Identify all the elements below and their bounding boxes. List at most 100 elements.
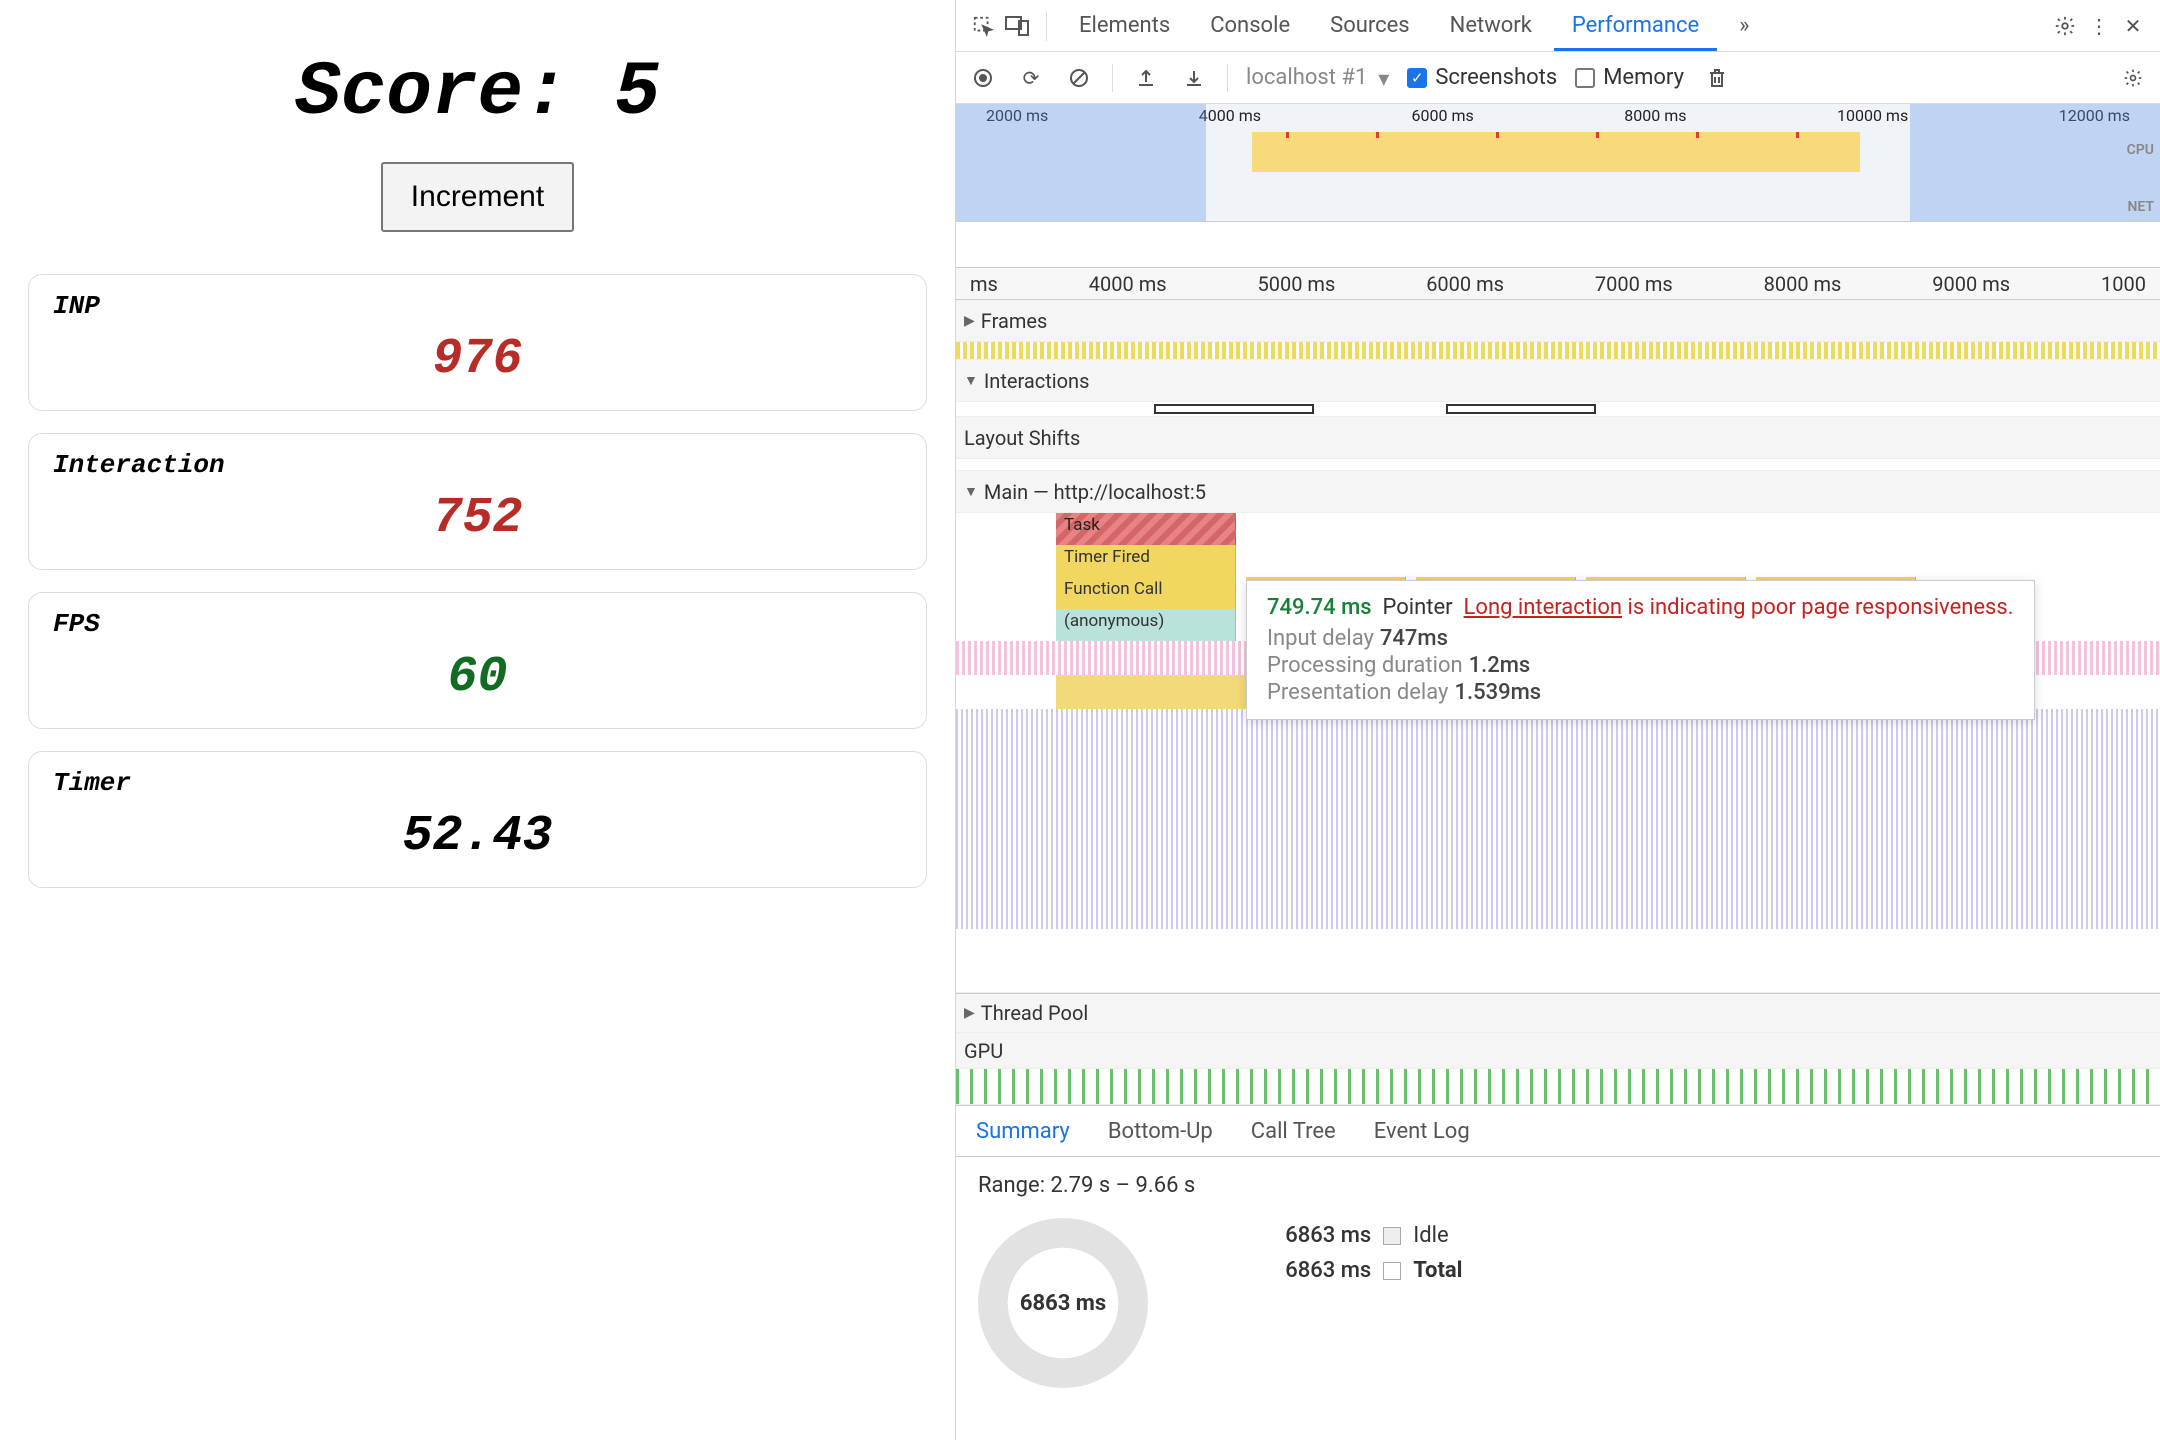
chevron-down-icon: ▼ (964, 483, 978, 500)
tooltip-row-label: Presentation delay (1267, 680, 1448, 705)
gc-icon[interactable] (1702, 63, 1732, 93)
metric-label: INP (53, 291, 902, 321)
ruler-tick: 1000 (2101, 272, 2146, 296)
track-interactions[interactable]: ▼Interactions (956, 360, 2160, 402)
tab-network[interactable]: Network (1432, 0, 1550, 51)
legend-row: 6863 ms Total (1251, 1258, 1462, 1283)
tabs-overflow[interactable]: » (1721, 0, 1767, 51)
legend-ms: 6863 ms (1251, 1223, 1371, 1248)
legend-swatch (1383, 1262, 1401, 1280)
ov-tick: 4000 ms (1199, 106, 1261, 126)
details-tabbar: Summary Bottom-Up Call Tree Event Log (956, 1105, 2160, 1157)
ruler-tick: 7000 ms (1595, 272, 1673, 296)
score-heading: Score: 5 (28, 50, 927, 136)
devtools-tabbar: Elements Console Sources Network Perform… (956, 0, 2160, 52)
track-label: GPU (964, 1039, 1003, 1063)
gear-icon[interactable] (2118, 63, 2148, 93)
interaction-tooltip: 749.74 ms Pointer Long interaction is in… (1246, 580, 2035, 720)
track-label: Thread Pool (981, 1001, 1088, 1025)
legend-ms: 6863 ms (1251, 1258, 1371, 1283)
gear-icon[interactable] (2050, 11, 2080, 41)
download-icon[interactable] (1179, 63, 1209, 93)
checkbox-label: Screenshots (1435, 65, 1557, 90)
checkbox-label: Memory (1603, 65, 1684, 90)
metric-card-interaction: Interaction 752 (28, 433, 927, 570)
timeline-ruler[interactable]: ms 4000 ms 5000 ms 6000 ms 7000 ms 8000 … (956, 268, 2160, 300)
tab-elements[interactable]: Elements (1061, 0, 1188, 51)
details-tab-bottomup[interactable]: Bottom-Up (1108, 1119, 1213, 1144)
metric-label: FPS (53, 609, 902, 639)
tab-performance[interactable]: Performance (1554, 0, 1717, 51)
track-main[interactable]: ▼ Main — http://localhost:5 (956, 471, 2160, 513)
metric-value: 60 (53, 649, 902, 706)
legend-label: Idle (1413, 1223, 1448, 1248)
track-frames[interactable]: ▶ Frames (956, 300, 2160, 342)
ov-tick: 6000 ms (1412, 106, 1474, 126)
device-toolbar-icon[interactable] (1002, 11, 1032, 41)
ov-tick: 8000 ms (1624, 106, 1686, 126)
timeline-overview[interactable]: 2000 ms 4000 ms 6000 ms 8000 ms 10000 ms… (956, 104, 2160, 222)
flame-task[interactable]: Task (1056, 513, 1236, 545)
clear-icon[interactable] (1064, 63, 1094, 93)
tooltip-row-label: Processing duration (1267, 653, 1463, 678)
details-tab-eventlog[interactable]: Event Log (1374, 1119, 1470, 1144)
overview-cpu-label: CPU (2127, 142, 2154, 158)
track-gpu[interactable]: GPU (956, 1033, 2160, 1069)
tooltip-row-value: 747ms (1380, 626, 1448, 651)
summary-donut: 6863 ms (978, 1218, 1148, 1388)
ruler-tick: 6000 ms (1426, 272, 1504, 296)
flame-anonymous[interactable]: (anonymous) (1056, 609, 1236, 641)
chevron-right-icon: ▶ (964, 1005, 975, 1021)
legend-swatch (1383, 1227, 1401, 1245)
tab-console[interactable]: Console (1192, 0, 1308, 51)
tooltip-row-value: 1.2ms (1469, 653, 1531, 678)
memory-checkbox[interactable]: Memory (1575, 65, 1684, 90)
track-label: Main — http://localhost:5 (984, 480, 1206, 504)
profile-select[interactable]: localhost #1 (1246, 65, 1389, 90)
network-strip[interactable] (956, 222, 2160, 268)
upload-icon[interactable] (1131, 63, 1161, 93)
devtools-panel: Elements Console Sources Network Perform… (955, 0, 2160, 1440)
tooltip-row-label: Input delay (1267, 626, 1374, 651)
details-tab-summary[interactable]: Summary (976, 1119, 1070, 1144)
tooltip-row-value: 1.539ms (1454, 680, 1541, 705)
ov-tick: 10000 ms (1837, 106, 1908, 126)
tooltip-duration: 749.74 ms (1267, 595, 1372, 620)
metric-value: 52.43 (53, 808, 902, 865)
track-thread-pool[interactable]: ▶ Thread Pool (956, 993, 2160, 1033)
metric-value: 976 (53, 331, 902, 388)
flame-function-call[interactable]: Function Call (1056, 577, 1236, 609)
increment-button[interactable]: Increment (381, 162, 574, 232)
reload-icon[interactable]: ⟳ (1016, 63, 1046, 93)
legend-row: 6863 ms Idle (1251, 1223, 1462, 1248)
close-icon[interactable]: ✕ (2118, 11, 2148, 41)
metric-label: Interaction (53, 450, 902, 480)
overview-net-label: NET (2127, 199, 2154, 215)
flame-chart[interactable]: ▶ Frames ▼Interactions Layout Shifts ▼ Mai… (956, 300, 2160, 1105)
summary-range: Range: 2.79 s – 9.66 s (978, 1173, 1195, 1198)
tooltip-link[interactable]: Long interaction (1464, 595, 1622, 620)
perf-toolbar: ⟳ localhost #1 ✓ Screenshots Memory (956, 52, 2160, 104)
chevron-right-icon: ▶ (964, 313, 975, 329)
inspect-icon[interactable] (968, 11, 998, 41)
metric-label: Timer (53, 768, 902, 798)
track-label: Layout Shifts (964, 426, 1080, 450)
summary-pane: Range: 2.79 s – 9.66 s 6863 ms 6863 ms I… (956, 1157, 2160, 1404)
checkbox-icon (1575, 68, 1595, 88)
flame-timer-fired[interactable]: Timer Fired (1056, 545, 1236, 577)
metric-card-fps: FPS 60 (28, 592, 927, 729)
track-layout-shifts[interactable]: Layout Shifts (956, 417, 2160, 459)
tooltip-msg: is indicating poor page responsiveness. (1622, 595, 2014, 620)
screenshots-checkbox[interactable]: ✓ Screenshots (1407, 65, 1557, 90)
metric-card-timer: Timer 52.43 (28, 751, 927, 888)
metric-value: 752 (53, 490, 902, 547)
record-icon[interactable] (968, 63, 998, 93)
details-tab-calltree[interactable]: Call Tree (1251, 1119, 1336, 1144)
chevron-down-icon: ▼ (964, 372, 978, 389)
legend-label: Total (1413, 1258, 1462, 1283)
track-label: Frames (981, 309, 1048, 333)
donut-value: 6863 ms (1020, 1291, 1106, 1316)
tab-sources[interactable]: Sources (1312, 0, 1428, 51)
kebab-icon[interactable]: ⋮ (2084, 11, 2114, 41)
ruler-tick: 5000 ms (1257, 272, 1335, 296)
